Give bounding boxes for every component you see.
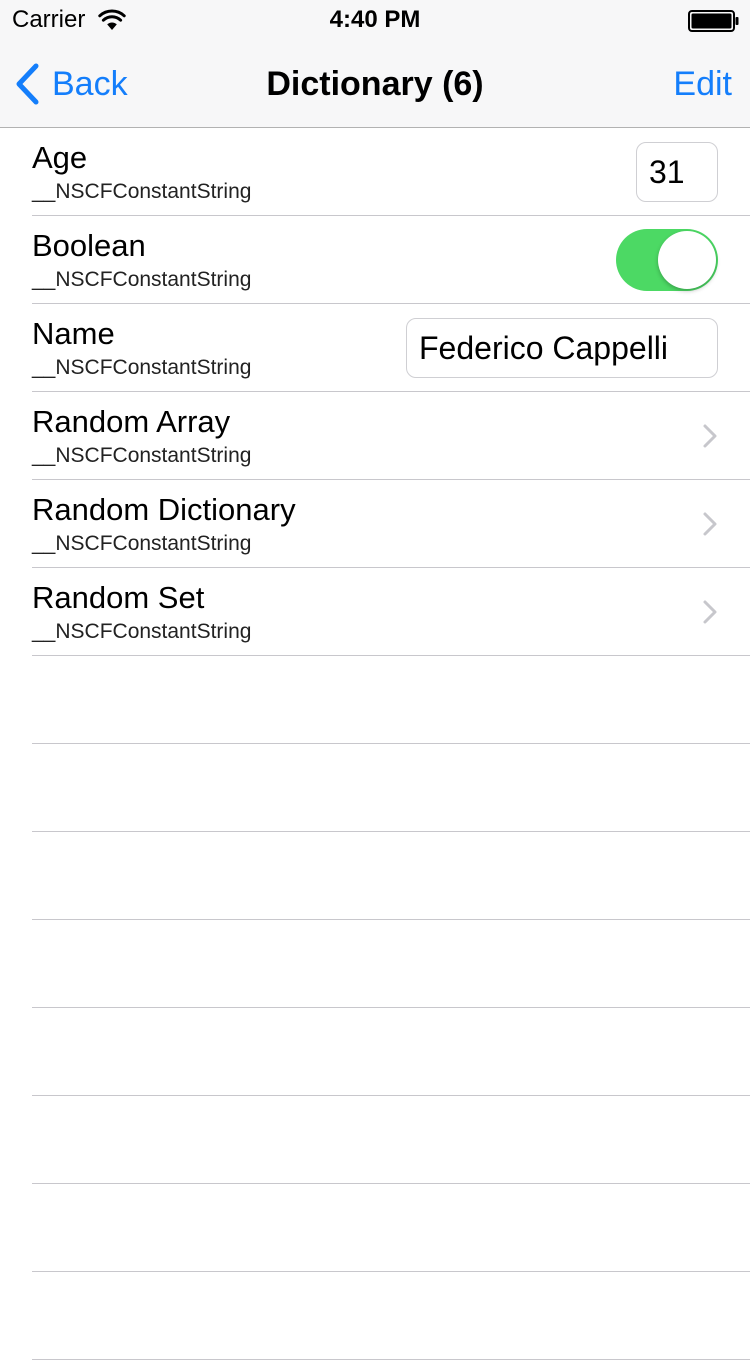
chevron-right-icon bbox=[703, 512, 717, 536]
row-title: Random Array bbox=[32, 404, 231, 439]
row-title: Name bbox=[32, 316, 115, 351]
table-row-random-array[interactable]: Random Array __NSCFConstantString bbox=[0, 392, 750, 480]
page-title: Dictionary (6) bbox=[266, 65, 484, 103]
empty-row bbox=[0, 744, 750, 832]
status-time: 4:40 PM bbox=[329, 6, 421, 33]
status-bar: Carrier 4:40 PM bbox=[0, 0, 750, 40]
row-subtitle: __NSCFConstantString bbox=[32, 620, 252, 643]
empty-row bbox=[0, 656, 750, 744]
table-row-age[interactable]: Age __NSCFConstantString bbox=[0, 128, 750, 216]
row-subtitle: __NSCFConstantString bbox=[32, 444, 252, 467]
row-title: Random Set bbox=[32, 580, 205, 615]
empty-row bbox=[0, 1272, 750, 1360]
row-title: Boolean bbox=[32, 228, 146, 263]
row-title: Random Dictionary bbox=[32, 492, 296, 527]
navigation-bar: Back Dictionary (6) Edit bbox=[0, 40, 750, 128]
table-row-random-set[interactable]: Random Set __NSCFConstantString bbox=[0, 568, 750, 656]
battery-icon bbox=[688, 10, 739, 32]
row-subtitle: __NSCFConstantString bbox=[32, 356, 252, 379]
row-subtitle: __NSCFConstantString bbox=[32, 532, 252, 555]
empty-row bbox=[0, 832, 750, 920]
row-title: Age bbox=[32, 140, 88, 175]
table-row-boolean[interactable]: Boolean __NSCFConstantString bbox=[0, 216, 750, 304]
chevron-right-icon bbox=[703, 424, 717, 448]
dictionary-table: Age __NSCFConstantString Boolean __NSCFC… bbox=[0, 128, 750, 1360]
empty-row bbox=[0, 1184, 750, 1272]
row-subtitle: __NSCFConstantString bbox=[32, 268, 252, 291]
chevron-right-icon bbox=[703, 600, 717, 624]
age-field[interactable] bbox=[636, 142, 718, 202]
row-subtitle: __NSCFConstantString bbox=[32, 180, 252, 203]
table-row-random-dictionary[interactable]: Random Dictionary __NSCFConstantString bbox=[0, 480, 750, 568]
name-field[interactable] bbox=[406, 318, 718, 378]
boolean-toggle[interactable] bbox=[616, 229, 718, 291]
edit-button[interactable]: Edit bbox=[673, 64, 732, 104]
empty-row bbox=[0, 1008, 750, 1096]
empty-row bbox=[0, 920, 750, 1008]
table-row-name[interactable]: Name __NSCFConstantString bbox=[0, 304, 750, 392]
empty-row bbox=[0, 1096, 750, 1184]
toggle-knob bbox=[658, 231, 716, 289]
